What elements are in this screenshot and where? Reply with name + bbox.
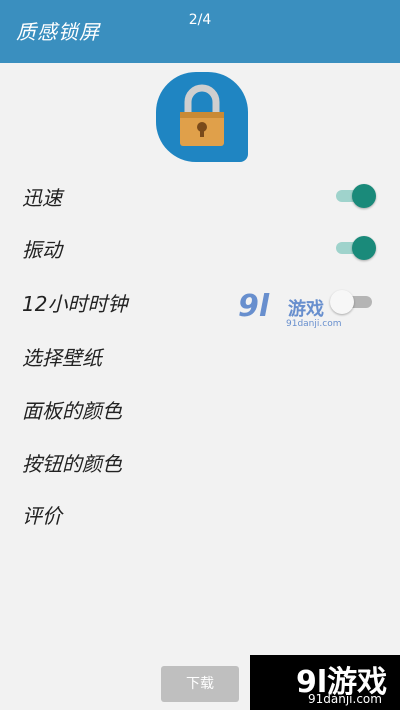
setting-row-panel-color[interactable]: 面板的颜色 [0,383,400,435]
toggle-knob [352,184,376,208]
setting-label: 面板的颜色 [22,399,122,423]
watermark-chars: 游戏 [288,299,324,320]
setting-label: 12小时时钟 [22,292,128,316]
setting-label: 选择壁纸 [22,346,102,370]
setting-label: 振动 [22,238,62,262]
vibration-toggle[interactable] [336,236,376,260]
watermark-site: 91danji.com [286,319,342,329]
watermark-logo-mark: 9l [238,289,270,324]
setting-row-wallpaper[interactable]: 选择壁纸 [0,330,400,382]
app-screen: 质感锁屏 2/4 迅速 振动 12小时时钟 选择壁纸 面板的颜色 按钮的颜色 评… [0,0,400,710]
app-header: 质感锁屏 2/4 [0,0,400,63]
setting-row-fast[interactable]: 迅速 [0,170,400,222]
watermark-logo: 9l 游戏 91danji.com [238,289,368,333]
lock-app-icon [156,72,248,162]
toggle-knob [352,236,376,260]
screenshot-pager: 2/4 [188,12,212,28]
setting-row-vibration[interactable]: 振动 [0,222,400,274]
setting-row-rate[interactable]: 评价 [0,488,400,540]
download-button[interactable]: 下载 [161,666,239,702]
setting-label: 评价 [22,504,62,528]
setting-row-button-color[interactable]: 按钮的颜色 [0,436,400,488]
setting-label: 迅速 [22,186,62,210]
lock-icon [180,84,224,146]
fast-toggle[interactable] [336,184,376,208]
watermark-corner: 9l游戏 91danji.com [250,655,400,710]
watermark-corner-site: 91danji.com [308,692,382,706]
setting-label: 按钮的颜色 [22,452,122,476]
